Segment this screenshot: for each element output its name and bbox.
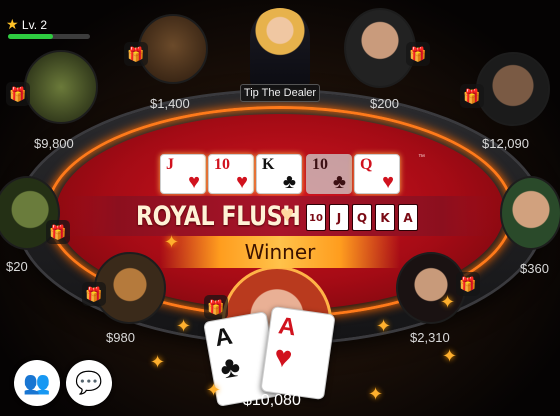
winning-hand-card: K — [375, 204, 395, 231]
sparkle-icon: ✦ — [376, 316, 392, 336]
friends-icon: 👥 — [23, 370, 51, 395]
card-suit-icon: ♥ — [188, 171, 200, 193]
card-suit-icon: ♥ — [236, 171, 248, 193]
dealer-avatar — [250, 8, 310, 88]
hand-name-label: ROYAL FLUSH — [136, 201, 301, 232]
player-chips-bottom-right: $2,310 — [410, 330, 450, 345]
winning-hand-card: J — [329, 204, 349, 231]
card-suit-icon: ♥ — [272, 339, 295, 376]
community-card: 10 ♣ — [306, 154, 352, 194]
community-card: 10 ♥ — [208, 154, 254, 194]
community-card: J ♥ — [160, 154, 206, 194]
winner-label: Winner — [244, 240, 316, 264]
community-card: K ♣ — [256, 154, 302, 194]
player-chips-left-mid: $20 — [6, 259, 28, 274]
gift-icon[interactable]: 🎁 — [406, 42, 430, 66]
player-avatar-top-left[interactable] — [138, 14, 208, 84]
trademark-mark: ™ — [418, 154, 425, 161]
gift-icon[interactable]: 🎁 — [82, 282, 106, 306]
sparkle-icon: ✦ — [442, 346, 458, 366]
community-card: Q ♥ — [354, 154, 400, 194]
winner-banner: Winner — [160, 236, 400, 268]
card-rank: Q — [360, 156, 373, 173]
hero-hole-card: A ♥ — [260, 305, 336, 401]
player-chips-top-left: $1,400 — [150, 96, 190, 111]
sparkle-icon: ✦ — [440, 292, 456, 312]
winning-hand-card: Q — [352, 204, 372, 231]
player-chips-bottom-left: $980 — [106, 330, 135, 345]
player-chips-hero: $10,080 — [243, 392, 301, 409]
sparkle-icon: ✦ — [206, 380, 222, 400]
gift-icon[interactable]: 🎁 — [456, 272, 480, 296]
level-label: Lv. 2 — [21, 18, 48, 32]
player-chips-right-mid: $360 — [520, 261, 549, 276]
sparkle-icon: ✦ — [368, 384, 384, 404]
player-level-badge[interactable]: ★ Lv. 2 — [6, 16, 47, 33]
card-rank: J — [166, 156, 174, 173]
gift-icon[interactable]: 🎁 — [460, 84, 484, 108]
poker-table-scene: ★ Lv. 2 ™ Tip The Dealer 🎁 $1,400 🎁 $200… — [0, 0, 560, 416]
player-avatar-right-upper[interactable] — [476, 52, 550, 126]
player-chips-left-upper: $9,800 — [34, 136, 74, 151]
tip-dealer-button[interactable]: Tip The Dealer — [240, 84, 320, 102]
winning-hand-card: A — [398, 204, 418, 231]
card-rank: 10 — [214, 156, 230, 173]
card-suit-icon: ♣ — [217, 349, 243, 386]
card-suit-icon: ♣ — [332, 171, 346, 193]
card-rank: K — [262, 156, 275, 173]
chat-icon: 💬 — [75, 370, 103, 395]
heart-icon: ♥ — [280, 201, 295, 228]
gift-icon[interactable]: 🎁 — [124, 42, 148, 66]
card-suit-icon: ♣ — [282, 171, 296, 193]
friends-button[interactable]: 👥 — [14, 360, 60, 406]
sparkle-icon: ✦ — [176, 316, 192, 336]
xp-progress-fill — [8, 34, 54, 39]
winning-hand-card: 10 — [306, 204, 326, 231]
sparkle-icon: ✦ — [164, 232, 180, 252]
chat-button[interactable]: 💬 — [66, 360, 112, 406]
sparkle-icon: ✦ — [150, 352, 166, 372]
player-chips-top-right: $200 — [370, 96, 399, 111]
card-suit-icon: ♥ — [382, 171, 394, 193]
player-chips-right-upper: $12,090 — [482, 136, 529, 151]
card-rank: A — [276, 312, 298, 342]
xp-progress-bar — [8, 34, 90, 39]
card-rank: A — [212, 322, 235, 353]
gift-icon[interactable]: 🎁 — [204, 295, 228, 319]
gift-icon[interactable]: 🎁 — [6, 82, 30, 106]
card-rank: 10 — [312, 156, 328, 173]
player-avatar-right-mid[interactable] — [500, 176, 560, 250]
star-icon: ★ — [6, 16, 19, 32]
player-avatar-left-upper[interactable] — [24, 50, 98, 124]
